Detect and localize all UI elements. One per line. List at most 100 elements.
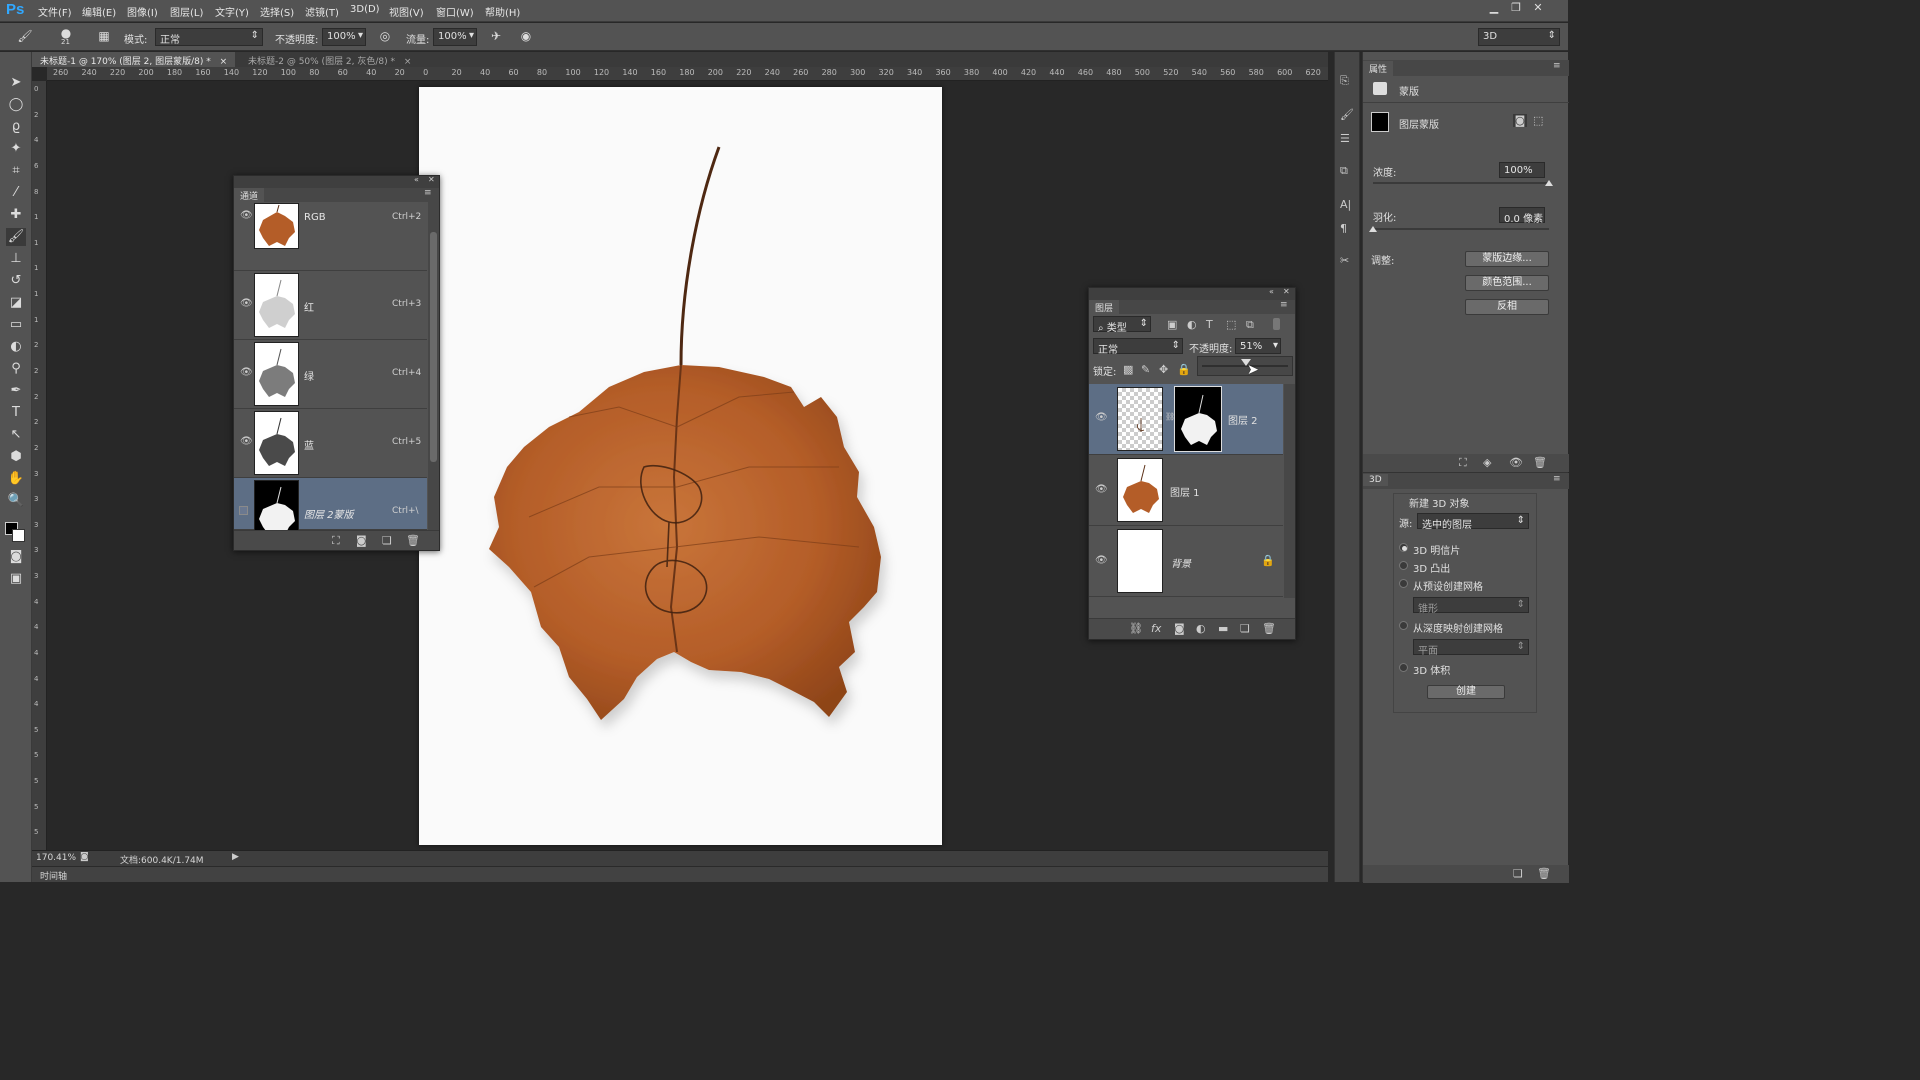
lock-all-icon[interactable]: 🔒 [1177,363,1191,376]
background-color-swatch[interactable] [12,529,25,542]
radio-3d-extrusion[interactable] [1399,561,1408,570]
menu-layer[interactable]: 图层(L) [170,4,203,19]
filter-pixel-icon[interactable]: ▣ [1167,318,1177,331]
trash-icon[interactable]: 🗑 [1533,456,1547,469]
invert-button[interactable]: 反相 [1465,299,1549,315]
character-panel-icon[interactable]: A| [1340,198,1351,211]
menu-file[interactable]: 文件(F) [38,4,72,19]
load-selection-icon[interactable]: ⛶ [1459,456,1467,470]
adjustments-icon[interactable]: ☰ [1340,132,1350,145]
airbrush-icon[interactable]: ✈ [487,29,505,45]
paragraph-panel-icon[interactable]: ¶ [1340,222,1347,235]
brush-tool-icon[interactable]: 🖌 [6,228,26,246]
visibility-eye-icon[interactable]: 👁 [1095,555,1108,567]
eyedropper-icon[interactable]: ⁄ [6,184,26,202]
magic-wand-icon[interactable]: ✦ [6,140,26,158]
3d-tab[interactable]: 3D [1363,474,1388,486]
save-selection-icon[interactable]: ◙ [356,534,367,547]
radio-3d-postcard[interactable] [1399,543,1408,552]
document-canvas[interactable] [419,87,942,845]
lock-position-icon[interactable]: ✥ [1159,363,1168,376]
shape-tool-icon[interactable]: ⬢ [6,448,26,466]
brush-presets-icon[interactable]: 🖌 [1340,108,1354,121]
pen-tool-icon[interactable]: ✒ [6,382,26,400]
trash-icon[interactable]: 🗑 [1537,867,1551,880]
channel-row-rgb[interactable]: 👁 RGB Ctrl+2 [234,202,427,271]
filter-adjustment-icon[interactable]: ◐ [1187,318,1197,331]
close-icon[interactable]: ✕ [1529,1,1547,17]
channel-row-red[interactable]: 👁 红 Ctrl+3 [234,271,427,340]
flow-input[interactable]: 100% ▾ [433,28,477,46]
history-panel-icon[interactable]: ⎘ [1340,74,1349,88]
trash-icon[interactable]: 🗑 [406,534,420,547]
layers-scrollbar[interactable] [1284,384,1295,598]
lock-transparent-icon[interactable]: ▩ [1123,363,1133,376]
feather-input[interactable]: 0.0 像素 [1499,207,1545,225]
layer-mask-thumbnail[interactable] [1174,386,1222,452]
path-selection-icon[interactable]: ↖ [6,426,26,444]
doc-tab-close-icon[interactable]: × [404,57,412,67]
select-pixel-mask-icon[interactable]: ◙ [1513,114,1527,127]
layer-thumbnail[interactable] [1117,529,1163,593]
doc-tab-inactive[interactable]: 未标题-2 @ 50% (图层 2, 灰色/8) * × [240,52,419,67]
tool-presets-icon[interactable]: ✂ [1340,254,1349,267]
filter-type-icon[interactable]: T [1206,318,1213,331]
load-channel-selection-icon[interactable]: ⛶ [332,534,340,548]
hand-tool-icon[interactable]: ✋ [6,470,26,488]
properties-tab[interactable]: 属性 [1363,61,1394,76]
fx-icon[interactable]: fx [1151,622,1161,635]
eraser-icon[interactable]: ◪ [6,294,26,312]
blend-mode-select[interactable]: 正常 ⇕ [1093,338,1183,356]
new-channel-icon[interactable]: ❏ [382,534,392,547]
brush-tool-preset-icon[interactable]: 🖌 [16,29,34,45]
screen-mode-icon[interactable]: ▣ [6,570,26,588]
link-layers-icon[interactable]: ⛓ [1129,622,1143,635]
pressure-opacity-icon[interactable]: ◎ [376,29,394,45]
healing-brush-icon[interactable]: ✚ [6,206,26,224]
menu-help[interactable]: 帮助(H) [485,4,520,19]
layer-name[interactable]: 图层 1 [1170,484,1200,499]
density-input[interactable]: 100% [1499,162,1545,178]
depth-map-select[interactable]: 平面 ⇕ [1413,639,1529,657]
channels-tab[interactable]: 通道 [234,188,265,203]
color-range-button[interactable]: 颜色范围... [1465,275,1549,291]
preset-select[interactable]: 锥形 ⇕ [1413,597,1529,615]
move-tool-icon[interactable]: ➤ [6,74,26,92]
visibility-eye-icon[interactable]: 👁 [240,298,253,310]
restore-icon[interactable]: ❐ [1507,1,1525,17]
mode-select[interactable]: 正常 ⇕ [155,28,263,46]
layer-name[interactable]: 背景 [1171,555,1191,570]
visibility-toggle-off[interactable] [239,506,248,515]
channel-row-blue[interactable]: 👁 蓝 Ctrl+5 [234,409,427,478]
radio-mesh-from-preset[interactable] [1399,579,1408,588]
menu-select[interactable]: 选择(S) [260,4,294,19]
panel-menu-icon[interactable]: ≡ [424,188,432,198]
opacity-slider-popup[interactable] [1197,356,1293,376]
visibility-eye-icon[interactable]: 👁 [240,367,253,379]
visibility-eye-icon[interactable]: 👁 [1095,412,1108,424]
status-menu-arrow-icon[interactable]: ▶ [232,852,239,862]
panel-menu-icon[interactable]: ≡ [1553,474,1561,484]
panel-close-icon[interactable]: ✕ [1283,287,1290,296]
zoom-level[interactable]: 170.41% [36,853,76,863]
layer-thumbnail[interactable] [1117,387,1163,451]
scroll-thumb[interactable] [430,232,437,462]
radio-3d-volume[interactable] [1399,663,1408,672]
menu-view[interactable]: 视图(V) [389,4,424,19]
feather-slider-thumb[interactable] [1369,226,1377,232]
dodge-tool-icon[interactable]: ⚲ [6,360,26,378]
apply-mask-icon[interactable]: ◈ [1483,456,1491,469]
collapse-icon[interactable]: « [414,175,419,184]
gradient-tool-icon[interactable]: ▭ [6,316,26,334]
panel-menu-icon[interactable]: ≡ [1280,300,1288,310]
quick-mask-icon[interactable]: ◙ [6,548,26,566]
doc-tab-active[interactable]: 未标题-1 @ 170% (图层 2, 图层蒙版/8) * × [32,52,236,67]
lock-pixels-icon[interactable]: ✎ [1141,363,1150,376]
zoom-tool-icon[interactable]: 🔍 [6,492,26,510]
new-icon[interactable]: ❏ [1513,867,1523,880]
visibility-eye-icon[interactable]: 👁 [1509,456,1523,469]
opacity-input[interactable]: 100% ▾ [322,28,366,46]
menu-window[interactable]: 窗口(W) [436,4,474,19]
layer-filter-select[interactable]: ⌕ 类型 ⇕ [1093,316,1151,334]
radio-mesh-from-depth[interactable] [1399,621,1408,630]
